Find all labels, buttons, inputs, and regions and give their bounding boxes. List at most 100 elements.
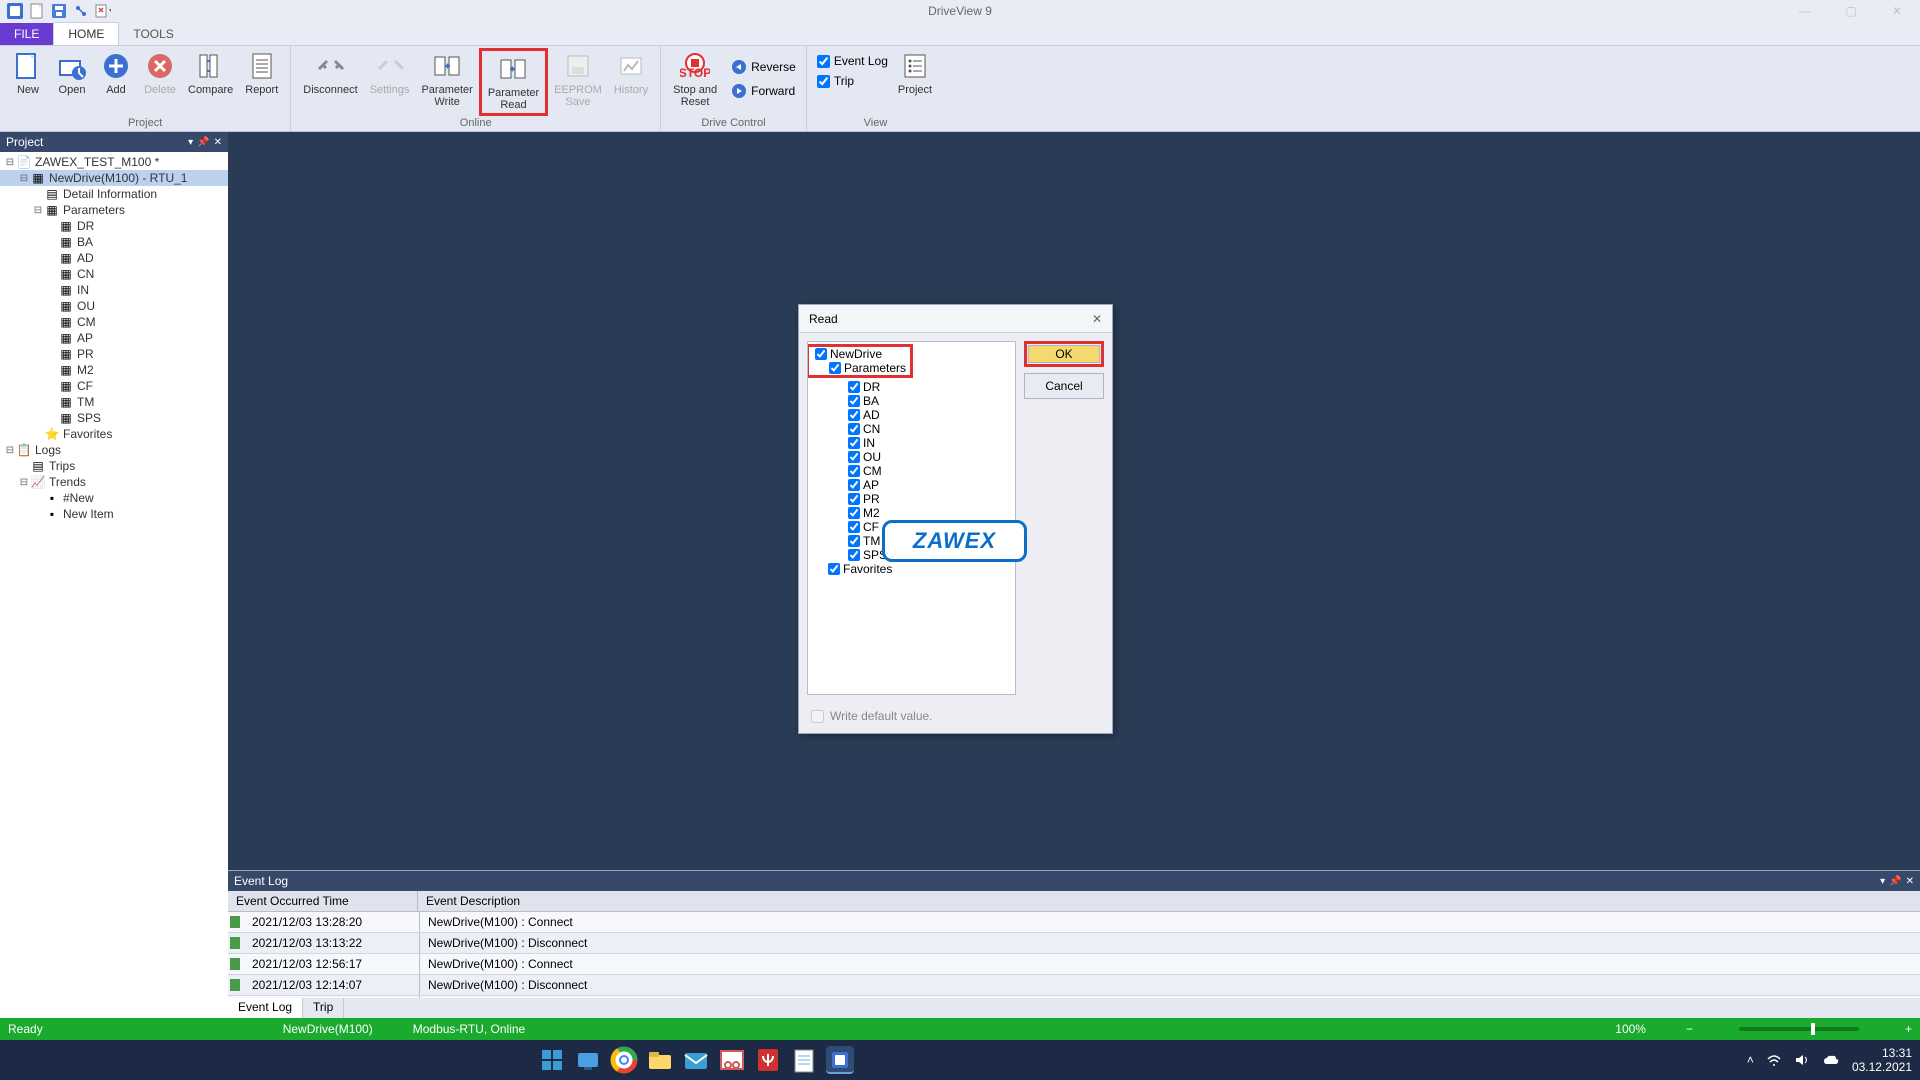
tree-param-dr[interactable]: ▦DR <box>0 218 228 234</box>
tray-expand-icon[interactable]: ˄ <box>1747 1053 1754 1067</box>
event-row[interactable]: 2021/12/03 13:13:22NewDrive(M100) : Disc… <box>228 933 1920 954</box>
panel-pin-icon[interactable]: 📌 <box>197 137 209 148</box>
dtree-dr[interactable]: DR <box>808 380 1015 394</box>
dtree-m2[interactable]: M2 <box>808 506 1015 520</box>
tree-param-ap[interactable]: ▦AP <box>0 330 228 346</box>
save-icon[interactable] <box>51 3 67 19</box>
tree-param-sps[interactable]: ▦SPS <box>0 410 228 426</box>
tree-param-ou[interactable]: ▦OU <box>0 298 228 314</box>
dtree-ap[interactable]: AP <box>808 478 1015 492</box>
add-button[interactable]: Add <box>94 48 138 98</box>
tree-favorites[interactable]: ⭐Favorites <box>0 426 228 442</box>
chrome-icon[interactable] <box>610 1046 638 1074</box>
menu-file[interactable]: FILE <box>0 23 53 45</box>
eventlog-toggle[interactable]: Event Log <box>813 52 892 70</box>
ok-button[interactable]: OK <box>1028 345 1100 363</box>
panel-dropdown-icon[interactable]: ▾ <box>188 137 193 148</box>
main-area: Project ▾ 📌 ✕ ⊟📄ZAWEX_TEST_M100 * ⊟▦NewD… <box>0 132 1920 1018</box>
tree-param-cn[interactable]: ▦CN <box>0 266 228 282</box>
zoom-slider[interactable] <box>1739 1027 1859 1031</box>
project-view-button[interactable]: Project <box>892 48 938 98</box>
history-button[interactable]: History <box>608 48 654 116</box>
dtree-cm[interactable]: CM <box>808 464 1015 478</box>
report-button[interactable]: Report <box>239 48 284 98</box>
tree-detail-info[interactable]: ▤Detail Information <box>0 186 228 202</box>
dialog-close-icon[interactable]: ✕ <box>1092 312 1102 326</box>
menu-tools[interactable]: TOOLS <box>119 23 187 45</box>
connect-icon[interactable] <box>73 3 89 19</box>
dialog-tree[interactable]: NewDrive Parameters DRBAADCNINOUCMAPPRM2… <box>807 341 1016 695</box>
event-rows[interactable]: 2021/12/03 13:28:20NewDrive(M100) : Conn… <box>228 912 1920 998</box>
reverse-button[interactable]: Reverse <box>727 57 800 77</box>
zoom-in-button[interactable]: + <box>1905 1022 1912 1036</box>
tab-trip[interactable]: Trip <box>303 998 344 1018</box>
mail-icon[interactable] <box>682 1046 710 1074</box>
start-button[interactable] <box>538 1046 566 1074</box>
tree-param-cf[interactable]: ▦CF <box>0 378 228 394</box>
tree-param-ad[interactable]: ▦AD <box>0 250 228 266</box>
dtree-newdrive[interactable]: NewDrive <box>809 347 910 361</box>
panel-pin-icon[interactable]: 📌 <box>1889 876 1901 887</box>
tree-trends[interactable]: ⊟📈Trends <box>0 474 228 490</box>
pdf-icon[interactable] <box>754 1046 782 1074</box>
tree-param-ba[interactable]: ▦BA <box>0 234 228 250</box>
new-doc-icon[interactable] <box>29 3 45 19</box>
tree-trend-item[interactable]: ▪New Item <box>0 506 228 522</box>
new-button[interactable]: New <box>6 48 50 98</box>
dtree-in[interactable]: IN <box>808 436 1015 450</box>
zoom-out-button[interactable]: − <box>1686 1022 1693 1036</box>
close-button[interactable]: ✕ <box>1874 0 1920 22</box>
tree-parameters[interactable]: ⊟▦Parameters <box>0 202 228 218</box>
dtree-ba[interactable]: BA <box>808 394 1015 408</box>
cancel-button[interactable]: Cancel <box>1024 373 1104 399</box>
dtree-ou[interactable]: OU <box>808 450 1015 464</box>
dtree-ad[interactable]: AD <box>808 408 1015 422</box>
tree-trips[interactable]: ▤Trips <box>0 458 228 474</box>
eeprom-save-button[interactable]: EEPROM Save <box>548 48 608 116</box>
explorer-icon[interactable] <box>646 1046 674 1074</box>
menu-home[interactable]: HOME <box>53 22 119 45</box>
dtree-pr[interactable]: PR <box>808 492 1015 506</box>
event-row[interactable]: 2021/12/03 13:28:20NewDrive(M100) : Conn… <box>228 912 1920 933</box>
tab-event-log[interactable]: Event Log <box>228 998 303 1018</box>
open-button[interactable]: Open <box>50 48 94 98</box>
parameter-read-button[interactable]: Parameter Read <box>479 48 548 116</box>
task-view-icon[interactable] <box>574 1046 602 1074</box>
panel-dropdown-icon[interactable]: ▾ <box>1880 876 1885 887</box>
taskbar-clock[interactable]: 13:31 03.12.2021 <box>1852 1046 1912 1074</box>
notepad-icon[interactable] <box>790 1046 818 1074</box>
tree-param-cm[interactable]: ▦CM <box>0 314 228 330</box>
compare-button[interactable]: Compare <box>182 48 239 98</box>
wifi-icon[interactable] <box>1766 1053 1782 1067</box>
snip-icon[interactable] <box>718 1046 746 1074</box>
tree-logs[interactable]: ⊟📋Logs <box>0 442 228 458</box>
project-tree[interactable]: ⊟📄ZAWEX_TEST_M100 * ⊟▦NewDrive(M100) - R… <box>0 152 228 1018</box>
tree-param-pr[interactable]: ▦PR <box>0 346 228 362</box>
forward-button[interactable]: Forward <box>727 81 800 101</box>
panel-close-icon[interactable]: ✕ <box>1906 876 1914 887</box>
minimize-button[interactable]: — <box>1782 0 1828 22</box>
parameter-write-button[interactable]: Parameter Write <box>415 48 478 116</box>
dtree-favorites[interactable]: Favorites <box>808 562 1015 576</box>
options-dropdown-icon[interactable] <box>95 3 111 19</box>
tree-trend-item[interactable]: ▪#New <box>0 490 228 506</box>
maximize-button[interactable]: ▢ <box>1828 0 1874 22</box>
tree-param-m2[interactable]: ▦M2 <box>0 362 228 378</box>
tree-root[interactable]: ⊟📄ZAWEX_TEST_M100 * <box>0 154 228 170</box>
dtree-cn[interactable]: CN <box>808 422 1015 436</box>
stop-reset-button[interactable]: STOP Stop and Reset <box>667 48 723 110</box>
dtree-parameters[interactable]: Parameters <box>809 361 910 375</box>
tree-drive[interactable]: ⊟▦NewDrive(M100) - RTU_1 <box>0 170 228 186</box>
event-row[interactable]: 2021/12/03 12:56:17NewDrive(M100) : Conn… <box>228 954 1920 975</box>
panel-close-icon[interactable]: ✕ <box>214 137 222 148</box>
disconnect-button[interactable]: Disconnect <box>297 48 363 116</box>
event-row[interactable]: 2021/12/03 12:14:07NewDrive(M100) : Disc… <box>228 975 1920 996</box>
cloud-icon[interactable] <box>1822 1053 1840 1067</box>
volume-icon[interactable] <box>1794 1053 1810 1067</box>
delete-button[interactable]: Delete <box>138 48 182 98</box>
settings-button[interactable]: Settings <box>364 48 416 116</box>
tree-param-tm[interactable]: ▦TM <box>0 394 228 410</box>
trip-toggle[interactable]: Trip <box>813 72 892 90</box>
tree-param-in[interactable]: ▦IN <box>0 282 228 298</box>
driveview-app-icon[interactable] <box>826 1046 854 1074</box>
